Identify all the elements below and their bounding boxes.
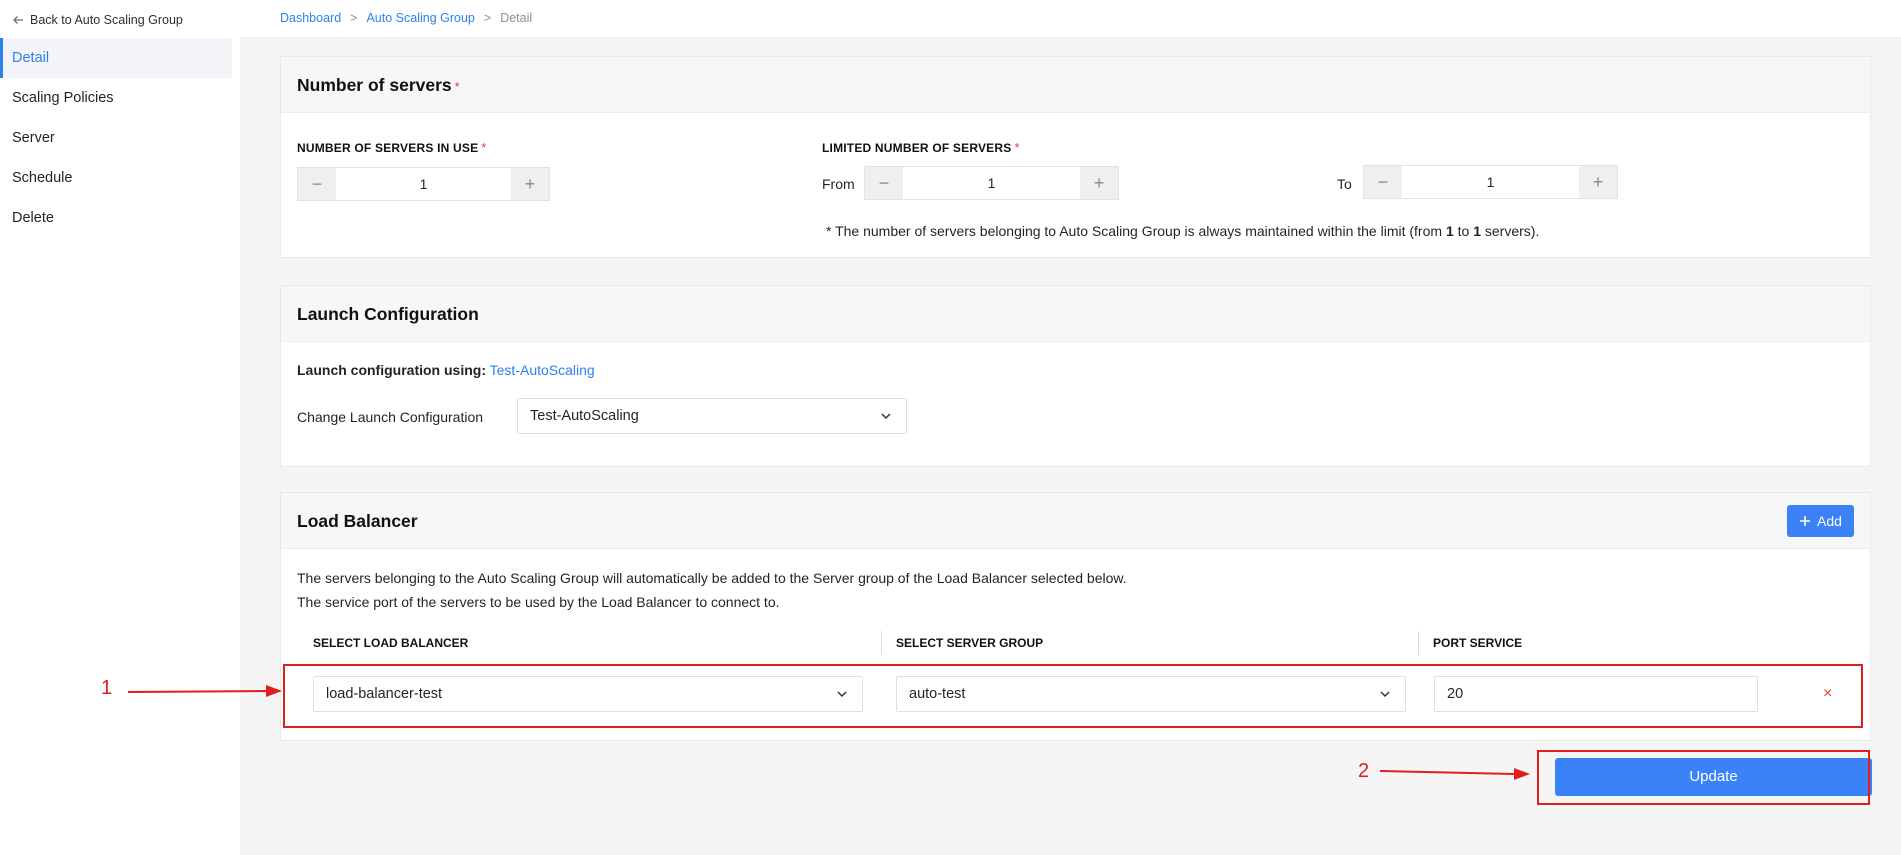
limit-note-mid: to (1453, 223, 1474, 239)
to-label: To (1337, 176, 1352, 192)
sidebar-nav: Detail Scaling Policies Server Schedule … (0, 38, 232, 238)
back-link-label: Back to Auto Scaling Group (30, 13, 183, 27)
required-mark: * (454, 79, 460, 94)
minus-icon: − (1377, 171, 1389, 192)
decrement-button[interactable]: − (1364, 166, 1402, 198)
plus-icon: + (524, 173, 536, 194)
back-link[interactable]: Back to Auto Scaling Group (12, 10, 183, 30)
annotation-arrow-2 (1379, 768, 1530, 780)
launch-using-label: Launch configuration using: (297, 362, 486, 378)
top-bar: Dashboard > Auto Scaling Group > Detail (240, 0, 1901, 38)
decrement-button[interactable]: − (298, 168, 336, 200)
minus-icon: − (878, 172, 890, 193)
lb-card-title: Load Balancer (297, 511, 418, 531)
sidebar-item-detail[interactable]: Detail (0, 38, 232, 78)
launch-config-selected: Test-AutoScaling (530, 408, 639, 424)
sidebar-item-schedule[interactable]: Schedule (0, 158, 232, 198)
change-launch-label: Change Launch Configuration (297, 409, 484, 425)
increment-button[interactable]: + (511, 168, 549, 200)
required-mark: * (1014, 140, 1020, 155)
servers-in-use-label-text: NUMBER OF SERVERS IN USE (297, 141, 479, 155)
servers-card: Number of servers * NUMBER OF SERVERS IN … (280, 56, 1871, 258)
col-header-server-group: SELECT SERVER GROUP (896, 636, 1044, 650)
add-load-balancer-button[interactable]: Add (1787, 505, 1854, 537)
breadcrumb-dashboard[interactable]: Dashboard (280, 11, 341, 25)
launch-config-select[interactable]: Test-AutoScaling (517, 398, 907, 434)
limit-note-suffix: servers). (1481, 223, 1540, 239)
column-divider (1418, 631, 1419, 655)
limited-servers-label: LIMITED NUMBER OF SERVERS * (822, 140, 1020, 155)
column-divider (881, 631, 882, 655)
breadcrumb-current: Detail (500, 11, 533, 25)
from-label: From (822, 176, 855, 192)
highlight-box-update (1537, 750, 1870, 805)
lb-card-header: Load Balancer Add (281, 493, 1870, 549)
minus-icon: − (311, 173, 323, 194)
launch-card-header: Launch Configuration (281, 286, 1870, 342)
from-value[interactable]: 1 (903, 167, 1080, 199)
servers-in-use-value[interactable]: 1 (336, 168, 511, 200)
required-mark: * (481, 140, 487, 155)
annotation-number-2: 2 (1358, 760, 1370, 782)
sidebar: Back to Auto Scaling Group Detail Scalin… (0, 0, 240, 855)
limit-note-from: 1 (1445, 223, 1454, 239)
highlight-box-lb-row (283, 664, 1863, 728)
increment-button[interactable]: + (1579, 166, 1617, 198)
sidebar-item-server[interactable]: Server (0, 118, 232, 158)
launch-config-card: Launch Configuration Launch configuratio… (280, 285, 1871, 467)
plus-icon: + (1093, 172, 1105, 193)
to-stepper: − 1 + (1363, 165, 1618, 199)
to-value[interactable]: 1 (1402, 166, 1579, 198)
limit-note-prefix: * The number of servers belonging to Aut… (826, 223, 1446, 239)
launch-card-title: Launch Configuration (297, 304, 479, 324)
sidebar-item-scaling-policies[interactable]: Scaling Policies (0, 78, 232, 118)
breadcrumb: Dashboard > Auto Scaling Group > Detail (280, 11, 532, 25)
limit-note: * The number of servers belonging to Aut… (826, 223, 1539, 239)
servers-title-text: Number of servers (297, 75, 452, 95)
servers-in-use-label: NUMBER OF SERVERS IN USE * (297, 140, 487, 155)
col-header-load-balancer: SELECT LOAD BALANCER (313, 636, 469, 650)
sidebar-item-delete[interactable]: Delete (0, 198, 232, 238)
lb-description-2: The service port of the servers to be us… (297, 594, 780, 610)
annotation-number-1: 1 (101, 677, 113, 699)
limited-servers-label-text: LIMITED NUMBER OF SERVERS (822, 141, 1012, 155)
annotation-arrow-1 (127, 685, 282, 697)
servers-in-use-stepper: − 1 + (297, 167, 550, 201)
servers-card-header: Number of servers * (281, 57, 1870, 113)
increment-button[interactable]: + (1080, 167, 1118, 199)
breadcrumb-separator: > (350, 11, 358, 25)
chevron-down-icon (881, 413, 891, 420)
launch-using-link[interactable]: Test-AutoScaling (490, 362, 595, 378)
servers-card-title: Number of servers * (297, 57, 460, 115)
add-button-label: Add (1817, 513, 1842, 529)
decrement-button[interactable]: − (865, 167, 903, 199)
col-header-port-service: PORT SERVICE (1433, 636, 1523, 650)
launch-using: Launch configuration using: Test-AutoSca… (297, 362, 595, 378)
limit-note-to: 1 (1473, 223, 1481, 239)
breadcrumb-auto-scaling-group[interactable]: Auto Scaling Group (366, 11, 474, 25)
plus-icon: + (1592, 171, 1604, 192)
from-stepper: − 1 + (864, 166, 1119, 200)
lb-description-1: The servers belonging to the Auto Scalin… (297, 570, 1127, 586)
breadcrumb-separator: > (483, 11, 492, 25)
arrow-left-icon (13, 16, 23, 24)
plus-icon (1800, 516, 1811, 526)
